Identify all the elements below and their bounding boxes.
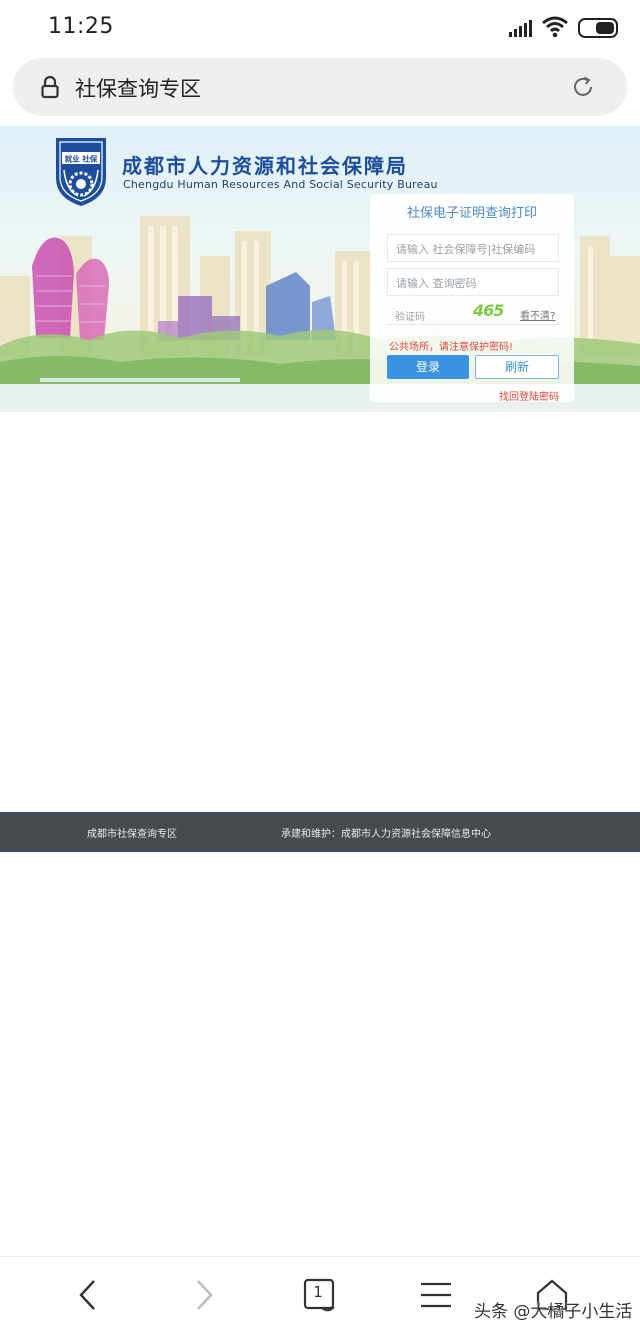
footer-maintainer: 承建和维护：成都市人力资源社会保障信息中心 xyxy=(281,829,491,840)
login-panel-title: 社保电子证明查询打印 xyxy=(406,206,537,221)
address-text[interactable]: 社保查询专区 xyxy=(75,73,201,103)
bureau-subtitle: Chengdu Human Resources And Social Secur… xyxy=(123,178,438,191)
password-warning-text: 公共场所，请注意保护密码! xyxy=(389,342,514,353)
status-time: 11:25 xyxy=(48,14,114,39)
lock-icon xyxy=(41,75,59,99)
forgot-password-link[interactable]: 找回登陆密码 xyxy=(499,388,559,403)
social-security-number-input[interactable]: 请输入 社会保障号|社保编码 xyxy=(387,234,559,262)
wifi-icon xyxy=(542,16,568,38)
captcha-image[interactable]: 465 xyxy=(473,301,504,320)
header-banner: 就业 社保 成都市人力资源和社会保障局 Chengdu Human Resour… xyxy=(0,126,640,412)
menu-icon[interactable] xyxy=(418,1277,454,1313)
address-bar[interactable]: 社保查询专区 xyxy=(13,58,627,116)
refresh-button[interactable]: 刷新 xyxy=(475,355,559,379)
status-bar: 11:25 xyxy=(0,0,640,56)
signal-icon xyxy=(509,19,533,37)
watermark-text: 头条 @大橘子小生活 xyxy=(474,1302,633,1322)
captcha-input[interactable]: 验证码 xyxy=(395,308,425,323)
captcha-refresh-link[interactable]: 看不清? xyxy=(520,307,555,322)
emblem-text: 就业 社保 xyxy=(65,154,98,164)
site-footer: 成都市社保查询专区 承建和维护：成都市人力资源社会保障信息中心 xyxy=(0,812,640,852)
tab-count: 1 xyxy=(313,1283,323,1301)
login-panel: 社保电子证明查询打印 请输入 社会保障号|社保编码 请输入 查询密码 验证码 4… xyxy=(370,194,574,403)
footer-site-name: 成都市社保查询专区 xyxy=(87,829,177,840)
captcha-divider xyxy=(387,324,559,325)
reload-icon[interactable] xyxy=(571,75,595,99)
bureau-emblem-logo: 就业 社保 xyxy=(56,138,106,206)
bureau-title: 成都市人力资源和社会保障局 xyxy=(122,154,408,178)
login-button[interactable]: 登录 xyxy=(387,355,469,379)
back-arrow-icon[interactable] xyxy=(70,1277,106,1313)
query-password-input[interactable]: 请输入 查询密码 xyxy=(387,268,559,296)
battery-icon xyxy=(578,18,618,38)
tabs-button[interactable]: 1 xyxy=(302,1277,338,1313)
forward-arrow-icon[interactable] xyxy=(186,1277,222,1313)
